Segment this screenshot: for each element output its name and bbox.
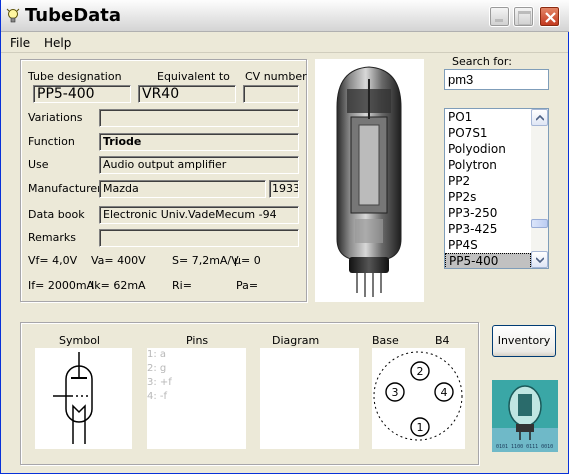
s-value: S= 7,2mA/V <box>172 254 239 267</box>
tube-photo <box>315 59 424 302</box>
list-item[interactable]: PP5-400 <box>445 253 531 268</box>
scroll-thumb[interactable] <box>531 219 548 228</box>
triode-symbol-icon <box>53 352 93 444</box>
list-item[interactable]: Polyodion <box>445 141 531 157</box>
title-bar[interactable]: TubeData <box>1 0 569 32</box>
base-pin-label-1: 1 <box>417 421 424 434</box>
base-pinout-diagram: 2 3 4 1 <box>373 351 463 441</box>
variations-label: Variations <box>28 111 83 124</box>
minimize-button[interactable] <box>489 6 510 27</box>
tube-listbox[interactable]: PO1 PO7S1 Polyodion Polytron PP2 PP2s PP3-250 P… <box>444 108 549 269</box>
symbol-box <box>35 348 132 449</box>
base-label: Base <box>372 334 399 347</box>
arrow-down-icon <box>536 257 544 263</box>
close-icon <box>545 12 556 23</box>
scroll-down-button[interactable] <box>531 251 548 268</box>
use-field[interactable]: Audio output amplifier <box>99 156 299 174</box>
pins-box: 1: a 2: g 3: +f 4: -f <box>147 348 246 449</box>
arrow-up-icon <box>536 115 544 121</box>
pa-value: Pa= <box>236 279 259 292</box>
diagram-box <box>260 348 359 449</box>
equivalent-field[interactable]: VR40 <box>138 85 236 103</box>
remarks-field[interactable] <box>99 229 299 247</box>
use-label: Use <box>28 158 49 171</box>
base-pin-label-2: 2 <box>417 365 424 378</box>
if-value: If= 2000mA <box>28 279 95 292</box>
symbol-label: Symbol <box>59 334 100 347</box>
tube-logo-image: 0101 1100 0111 0010 <box>492 380 558 452</box>
databook-label: Data book <box>28 208 85 221</box>
remarks-label: Remarks <box>28 231 76 244</box>
va-value: Va= 400V <box>91 254 146 267</box>
base-pin-label-3: 3 <box>392 386 399 399</box>
list-item[interactable]: PO7S1 <box>445 125 531 141</box>
diagram-label: Diagram <box>272 334 320 347</box>
designation-label: Tube designation <box>28 70 122 83</box>
ik-value: Ik= 62mA <box>91 279 146 292</box>
close-button[interactable] <box>539 6 560 27</box>
variations-field[interactable] <box>99 109 299 127</box>
list-item[interactable]: Polytron <box>445 157 531 173</box>
app-window: TubeData File Help Tube designation Equi… <box>0 0 569 474</box>
equivalent-label: Equivalent to <box>157 70 230 83</box>
vf-value: Vf= 4,0V <box>28 254 78 267</box>
inventory-button[interactable]: Inventory <box>492 325 556 357</box>
search-label: Search for: <box>452 55 512 68</box>
manufacturer-field[interactable]: Mazda <box>99 180 266 198</box>
databook-field[interactable]: Electronic Univ.VadeMecum -94 <box>99 206 299 224</box>
pin-2: 2: g <box>147 363 167 374</box>
list-item[interactable]: PP2 <box>445 173 531 189</box>
lightbulb-icon <box>6 8 20 23</box>
function-label: Function <box>28 135 75 148</box>
base-box: 2 3 4 1 <box>372 348 465 449</box>
svg-text:0101 1100 0111 0010: 0101 1100 0111 0010 <box>496 444 553 450</box>
designation-field[interactable]: PP5-400 <box>33 85 131 103</box>
tube-list: PO1 PO7S1 Polyodion Polytron PP2 PP2s PP3-250 P… <box>445 109 531 268</box>
base-type-value: B4 <box>435 334 450 347</box>
pin-4: 4: -f <box>147 391 168 402</box>
menu-help[interactable]: Help <box>44 36 71 50</box>
ri-value: Ri= <box>172 279 192 292</box>
list-item[interactable]: PO1 <box>445 109 531 125</box>
manufacturer-label: Manufacturer <box>28 182 102 195</box>
search-input[interactable] <box>444 69 549 90</box>
pin-3: 3: +f <box>147 377 172 388</box>
list-item[interactable]: PP3-250 <box>445 205 531 221</box>
menu-file[interactable]: File <box>10 36 30 50</box>
list-item[interactable]: PP4S <box>445 237 531 253</box>
scroll-up-button[interactable] <box>531 109 548 126</box>
cv-number-label: CV number <box>245 70 307 83</box>
menu-bar: File Help <box>1 33 568 53</box>
window-title: TubeData <box>25 5 122 26</box>
function-field[interactable]: Triode <box>99 133 299 151</box>
year-field[interactable]: 1933 <box>269 180 299 198</box>
pin-1: 1: a <box>147 349 167 360</box>
list-scrollbar[interactable] <box>531 109 548 268</box>
cv-number-field[interactable] <box>243 85 299 103</box>
list-item[interactable]: PP3-425 <box>445 221 531 237</box>
list-item[interactable]: PP2s <box>445 189 531 205</box>
maximize-button[interactable] <box>513 6 534 27</box>
mu-value: µ= 0 <box>234 254 261 267</box>
base-pin-label-4: 4 <box>441 386 448 399</box>
pins-label: Pins <box>186 334 209 347</box>
